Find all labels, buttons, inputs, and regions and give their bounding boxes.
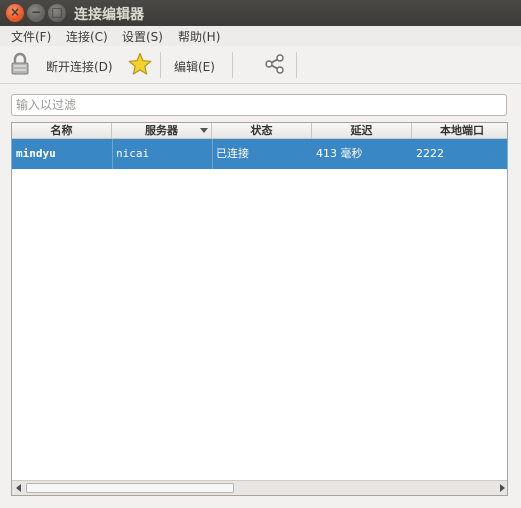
disconnect-button[interactable]: 断开连接(D) [8,48,118,82]
cell-server: nicai [116,147,150,160]
window-title: 连接编辑器 [74,7,144,23]
menu-help[interactable]: 帮助(H) [178,28,220,45]
column-header-latency[interactable]: 延迟 [312,123,412,139]
scroll-right-icon[interactable] [500,484,505,492]
cell-local-port: 2222 [416,147,444,160]
close-button[interactable]: × [6,4,24,22]
share-icon[interactable] [264,53,286,75]
edit-button[interactable]: 编辑(E) [174,58,215,75]
menu-connection[interactable]: 连接(C) [66,28,108,45]
column-header-local-port[interactable]: 本地端口 [412,123,507,139]
horizontal-scrollbar[interactable] [12,480,507,495]
cell-status: 已连接 [216,147,249,160]
toolbar-separator [232,52,233,78]
menu-bar: 文件(F) 连接(C) 设置(S) 帮助(H) [0,26,521,46]
connections-table: 名称 服务器 状态 延迟 本地端口 mindyu nicai 已连接 413 毫… [11,122,508,496]
scrollbar-thumb[interactable] [26,483,234,493]
connection-editor-window: × − □ 连接编辑器 文件(F) 连接(C) 设置(S) 帮助(H) 断开连接… [0,0,521,508]
table-row[interactable]: mindyu nicai 已连接 413 毫秒 2222 [12,139,507,169]
disconnect-label: 断开连接(D) [46,60,113,74]
maximize-button[interactable]: □ [48,4,66,22]
cell-latency: 413 毫秒 [316,147,363,160]
menu-file[interactable]: 文件(F) [11,28,51,45]
toolbar: 断开连接(D) 编辑(E) [0,46,521,84]
filter-input[interactable] [11,94,507,116]
star-icon[interactable] [128,52,152,76]
menu-settings[interactable]: 设置(S) [122,28,163,45]
toolbar-separator [160,52,161,78]
minimize-button[interactable]: − [27,4,45,22]
sort-descending-icon [200,128,208,133]
table-header: 名称 服务器 状态 延迟 本地端口 [12,123,507,139]
title-bar: × − □ 连接编辑器 [0,0,521,26]
column-header-status[interactable]: 状态 [212,123,312,139]
scroll-left-icon[interactable] [16,484,21,492]
cell-name: mindyu [16,147,56,160]
toolbar-separator [296,52,297,78]
column-header-name[interactable]: 名称 [12,123,112,139]
column-header-server-label: 服务器 [145,124,178,137]
lock-icon [11,52,29,75]
column-header-server[interactable]: 服务器 [112,123,212,139]
